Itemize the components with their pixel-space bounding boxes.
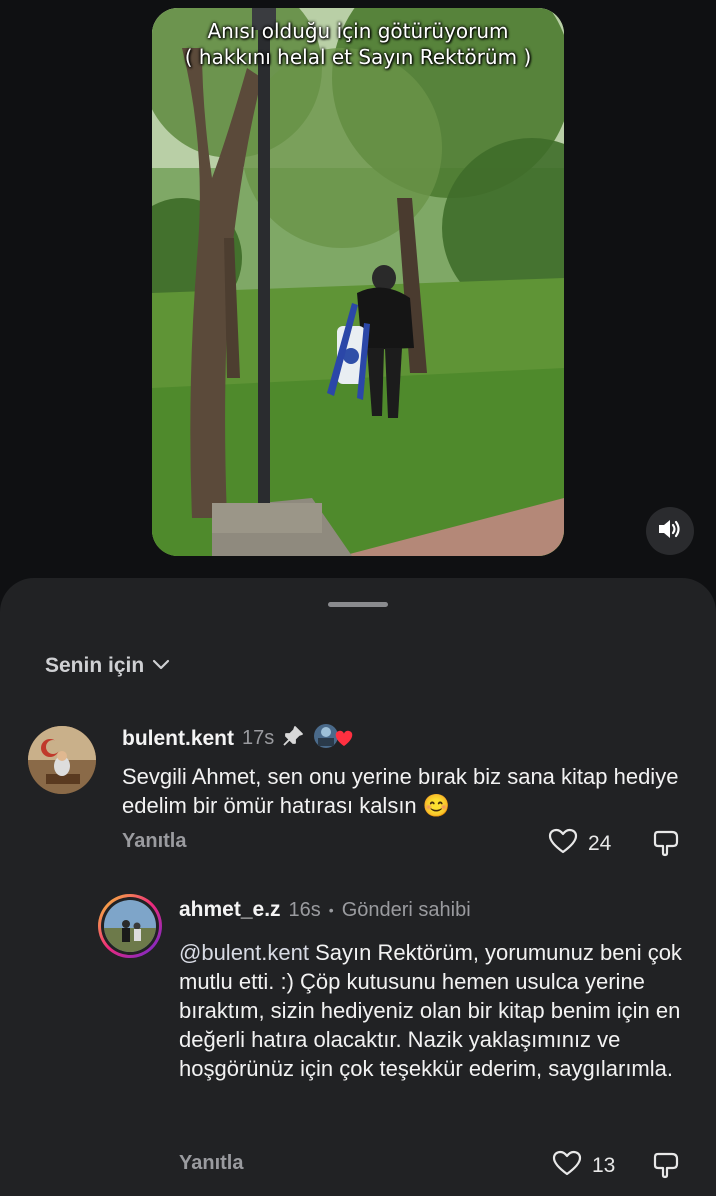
like-button[interactable]: 24 [548, 828, 611, 859]
pin-icon [282, 725, 304, 752]
video-player[interactable]: Anısı olduğu için götürüyorum ( hakkını … [152, 8, 564, 556]
sound-toggle-button[interactable] [646, 507, 694, 555]
heart-icon [548, 828, 578, 859]
filter-label: Senin için [45, 654, 145, 677]
video-caption: Anısı olduğu için götürüyorum ( hakkını … [152, 18, 564, 70]
avatar[interactable] [98, 894, 162, 958]
author-heart-avatar-icon [312, 722, 356, 755]
like-count: 13 [592, 1153, 616, 1177]
comment-item: bulent.kent 17s Sevgili Ahmet, sen onu y… [0, 718, 716, 858]
comment-username[interactable]: ahmet_e.z [179, 898, 281, 922]
reply-button[interactable]: Yanıtla [122, 830, 186, 853]
dislike-icon[interactable] [652, 829, 680, 862]
comment-time: 16s [288, 898, 321, 921]
video-area: Anısı olduğu için götürüyorum ( hakkını … [0, 0, 716, 580]
avatar[interactable] [28, 726, 96, 794]
chevron-down-icon [152, 657, 170, 675]
reply-button[interactable]: Yanıtla [179, 1152, 243, 1175]
dislike-icon[interactable] [652, 1151, 680, 1184]
comment-text: Sevgili Ahmet, sen onu yerine bırak biz … [122, 764, 679, 818]
comment-item: ahmet_e.z 16s • Gönderi sahibi @bulent.k… [0, 890, 716, 1190]
heart-icon [552, 1150, 582, 1181]
mention-link[interactable]: @bulent.kent [179, 940, 309, 965]
meta-separator: • [328, 902, 334, 918]
like-count: 24 [588, 831, 612, 855]
caption-line-1: Anısı olduğu için götürüyorum [207, 19, 509, 43]
like-button[interactable]: 13 [552, 1150, 615, 1181]
comment-filter-dropdown[interactable]: Senin için [45, 654, 170, 678]
video-scene [152, 8, 564, 556]
speaker-icon [657, 518, 683, 545]
comment-time: 17s [242, 727, 275, 749]
caption-line-2: ( hakkını helal et Sayın Rektörüm ) [184, 45, 532, 69]
comment-text: @bulent.kent Sayın Rektörüm, yorumunuz b… [179, 938, 699, 1083]
comments-sheet: Senin için bulent.kent 17s Sevgili Ahmet… [0, 578, 716, 1196]
sheet-drag-handle[interactable] [328, 602, 388, 607]
author-badge: Gönderi sahibi [341, 898, 471, 921]
comment-username[interactable]: bulent.kent [122, 727, 234, 751]
